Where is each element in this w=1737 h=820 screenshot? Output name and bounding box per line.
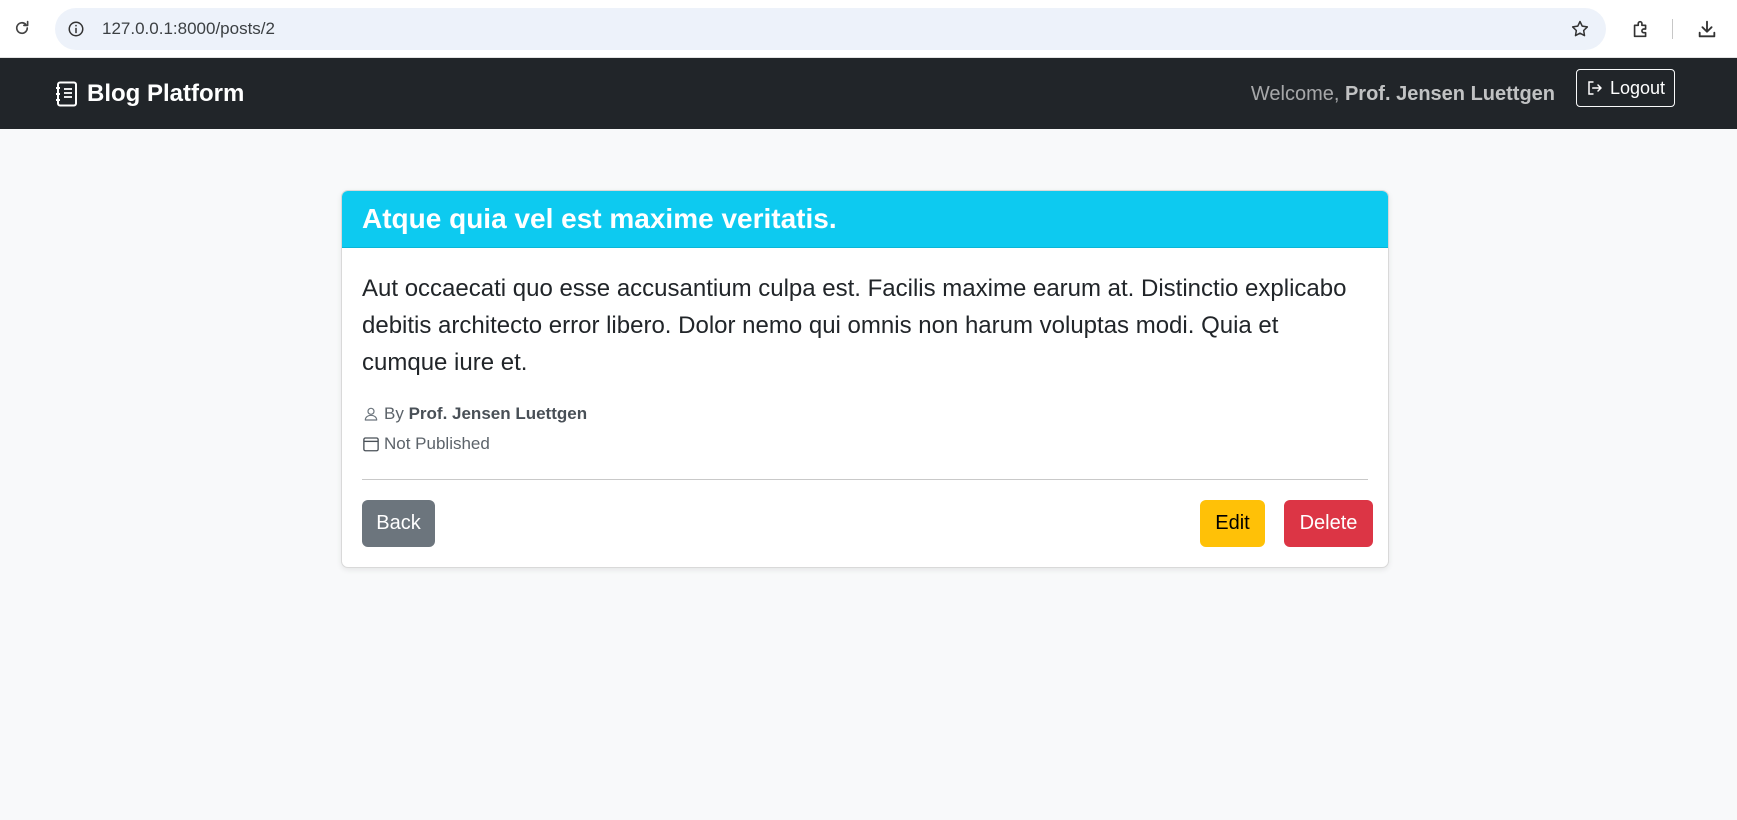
welcome-prefix: Welcome,	[1250, 83, 1345, 105]
calendar-icon	[362, 435, 380, 453]
journal-icon	[55, 81, 79, 107]
address-bar[interactable]: 127.0.0.1:8000/posts/2	[55, 8, 1606, 50]
welcome-message: Welcome, Prof. Jensen Luettgen	[1251, 83, 1555, 106]
post-author: Prof. Jensen Luettgen	[408, 404, 588, 423]
person-icon	[362, 405, 380, 423]
navbar: Blog Platform Welcome, Prof. Jensen Luet…	[0, 58, 1737, 129]
logout-button[interactable]: Logout	[1576, 69, 1675, 107]
by-label: By	[384, 404, 404, 423]
site-info-icon[interactable]	[65, 18, 87, 40]
post-card: Atque quia vel est maxime veritatis. Aut…	[341, 190, 1389, 568]
author-row: By Prof. Jensen Luettgen	[362, 399, 1368, 429]
url-text[interactable]: 127.0.0.1:8000/posts/2	[102, 19, 275, 39]
post-actions: Back Edit Delete	[362, 480, 1373, 564]
logout-label: Logout	[1609, 77, 1666, 98]
post-meta: By Prof. Jensen Luettgen Not Published	[362, 399, 1368, 459]
logout-icon	[1586, 79, 1606, 97]
back-button[interactable]: Back	[362, 500, 435, 547]
toolbar-separator	[1672, 19, 1673, 39]
brand-name: Blog Platform	[87, 80, 245, 107]
brand-link[interactable]: Blog Platform	[55, 80, 244, 108]
post-title: Atque quia vel est maxime veritatis.	[342, 191, 1388, 248]
reload-icon[interactable]	[10, 16, 34, 40]
welcome-user-name: Prof. Jensen Luettgen	[1344, 83, 1555, 105]
browser-toolbar: 127.0.0.1:8000/posts/2	[0, 0, 1737, 58]
edit-button[interactable]: Edit	[1200, 500, 1265, 547]
bookmark-star-icon[interactable]	[1568, 17, 1592, 41]
status-row: Not Published	[362, 429, 1368, 459]
post-body: Aut occaecati quo esse accusantium culpa…	[342, 248, 1388, 564]
download-icon[interactable]	[1694, 16, 1720, 42]
extensions-icon[interactable]	[1628, 16, 1654, 42]
post-content: Aut occaecati quo esse accusantium culpa…	[362, 275, 1347, 376]
publish-status: Not Published	[384, 434, 490, 453]
delete-button[interactable]: Delete	[1284, 500, 1373, 547]
